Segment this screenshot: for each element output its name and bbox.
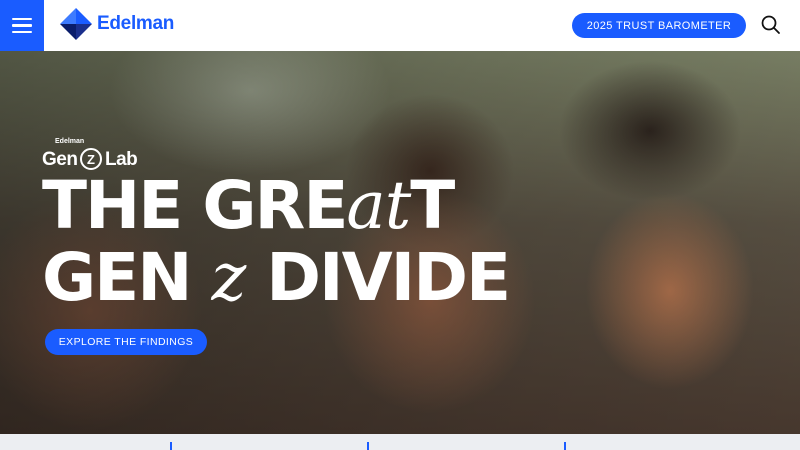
- edelman-logo[interactable]: Edelman: [60, 8, 174, 40]
- headline-text: DIVIDE: [245, 239, 511, 316]
- menu-button[interactable]: [0, 0, 44, 51]
- hero-headline-line1: THE GREatT: [42, 173, 455, 239]
- edelman-logo-icon: [60, 8, 92, 40]
- explore-findings-button[interactable]: EXPLORE THE FINDINGS: [45, 329, 207, 355]
- strip-item[interactable]: [170, 442, 180, 450]
- strip-item[interactable]: [564, 442, 574, 450]
- site-header: Edelman 2025 TRUST BAROMETER: [0, 0, 800, 51]
- genz-lab-brand: Edelman: [55, 138, 85, 145]
- search-icon: [761, 15, 780, 34]
- search-button[interactable]: [760, 14, 782, 36]
- hero-headline-line2: GEN z DIVIDE: [42, 245, 511, 311]
- bottom-nav-strip: [0, 434, 800, 450]
- headline-script-text: z: [211, 239, 246, 316]
- headline-text: GEN: [42, 239, 212, 316]
- strip-item[interactable]: [367, 442, 377, 450]
- headline-text: T: [410, 167, 455, 244]
- hamburger-icon-bar: [12, 17, 32, 21]
- hamburger-icon-bar: [12, 30, 32, 34]
- logo-text: Edelman: [97, 13, 175, 34]
- headline-text: THE GRE: [42, 167, 348, 244]
- trust-barometer-button[interactable]: 2025 TRUST BAROMETER: [572, 13, 746, 38]
- hamburger-icon-bar: [12, 24, 32, 27]
- headline-script-text: at: [346, 167, 411, 244]
